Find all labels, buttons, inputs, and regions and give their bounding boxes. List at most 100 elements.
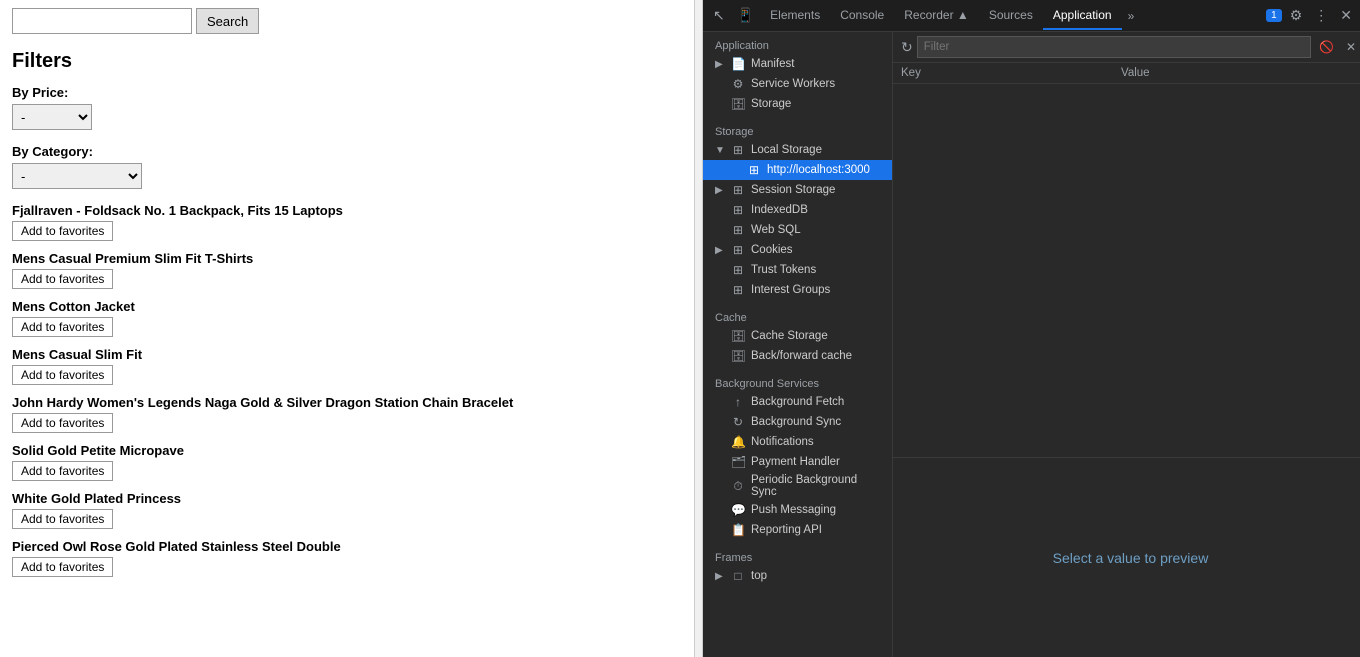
search-button[interactable]: Search	[196, 8, 259, 34]
ss-icon: ⊞	[731, 183, 745, 197]
sidebar-item-reporting-api[interactable]: ▶ 📋 Reporting API	[703, 520, 892, 540]
ss-label: Session Storage	[751, 184, 835, 196]
sidebar-item-localhost[interactable]: ▶ ⊞ http://localhost:3000	[703, 160, 892, 180]
category-filter-label: By Category:	[12, 144, 682, 159]
add-to-favorites-button[interactable]: Add to favorites	[12, 269, 113, 289]
bfc-icon: 🗄	[731, 349, 745, 363]
filters-title: Filters	[12, 50, 682, 73]
product-title: John Hardy Women's Legends Naga Gold & S…	[12, 395, 682, 410]
storage-label: Storage	[751, 98, 791, 110]
filter-clear-icon[interactable]: 🚫	[1315, 38, 1338, 56]
tab-recorder[interactable]: Recorder ▲	[894, 2, 979, 30]
add-to-favorites-button[interactable]: Add to favorites	[12, 317, 113, 337]
sidebar-item-localstorage[interactable]: ▼ ⊞ Local Storage	[703, 140, 892, 160]
close-icon[interactable]: ✕	[1336, 5, 1356, 26]
cursor-icon[interactable]: ↖	[707, 3, 731, 28]
sidebar-item-cache-storage[interactable]: ▶ 🗄 Cache Storage	[703, 326, 892, 346]
tt-label: Trust Tokens	[751, 264, 816, 276]
sidebar-item-cookies[interactable]: ▶ ⊞ Cookies	[703, 240, 892, 260]
filter-bar: ↻ 🚫 ✕	[893, 32, 1360, 63]
price-filter-select[interactable]: - < $50 $50-$100 > $100	[12, 104, 92, 130]
ls-icon: ⊞	[731, 143, 745, 157]
issues-badge: 1	[1266, 9, 1282, 22]
cs-icon: 🗄	[731, 329, 745, 343]
sidebar-storage-section: Storage ▼ ⊞ Local Storage ▶ ⊞ http://loc…	[703, 118, 892, 304]
sidebar-item-trust-tokens[interactable]: ▶ ⊞ Trust Tokens	[703, 260, 892, 280]
product-title: Mens Casual Slim Fit	[12, 347, 682, 362]
sidebar-item-push-messaging[interactable]: ▶ 💬 Push Messaging	[703, 500, 892, 520]
cs-label: Cache Storage	[751, 330, 828, 342]
sidebar-item-storage-main[interactable]: ▶ 🗄 Storage	[703, 94, 892, 114]
cookies-label: Cookies	[751, 244, 793, 256]
tab-sources[interactable]: Sources	[979, 2, 1043, 30]
devtools-content: ↻ 🚫 ✕ Key Value Select a value to previe…	[893, 32, 1360, 657]
localhost-label: http://localhost:3000	[767, 164, 870, 176]
sidebar-item-bfcache[interactable]: ▶ 🗄 Back/forward cache	[703, 346, 892, 366]
app-scrollbar[interactable]	[695, 0, 703, 657]
filter-input[interactable]	[917, 36, 1311, 58]
bg-group-label: Background Services	[703, 374, 892, 392]
product-item: Solid Gold Petite MicropaveAdd to favori…	[12, 443, 682, 487]
sidebar-item-session-storage[interactable]: ▶ ⊞ Session Storage	[703, 180, 892, 200]
frames-group-label: Frames	[703, 548, 892, 566]
tab-more[interactable]: »	[1122, 5, 1141, 27]
sidebar-item-indexeddb[interactable]: ▶ ⊞ IndexedDB	[703, 200, 892, 220]
storage-icon: 🗄	[731, 97, 745, 111]
kv-area	[893, 84, 1360, 457]
tab-console[interactable]: Console	[830, 2, 894, 30]
add-to-favorites-button[interactable]: Add to favorites	[12, 461, 113, 481]
tab-elements[interactable]: Elements	[760, 2, 830, 30]
refresh-icon[interactable]: ↻	[901, 39, 913, 56]
devtools-sidebar: Application ▶ 📄 Manifest ▶ ⚙ Service Wor…	[703, 32, 893, 657]
search-input[interactable]	[12, 8, 192, 34]
add-to-favorites-button[interactable]: Add to favorites	[12, 509, 113, 529]
sidebar-item-interest-groups[interactable]: ▶ ⊞ Interest Groups	[703, 280, 892, 300]
sidebar-item-payment-handler[interactable]: ▶ 🗂 Payment Handler	[703, 452, 892, 472]
filter-action-icons: 🚫 ✕	[1315, 38, 1360, 56]
bgf-label: Background Fetch	[751, 396, 844, 408]
settings-icon[interactable]: ⚙	[1286, 5, 1307, 26]
idb-icon: ⊞	[731, 203, 745, 217]
product-item: Fjallraven - Foldsack No. 1 Backpack, Fi…	[12, 203, 682, 247]
product-item: Mens Cotton JacketAdd to favorites	[12, 299, 682, 343]
add-to-favorites-button[interactable]: Add to favorites	[12, 365, 113, 385]
ra-label: Reporting API	[751, 524, 822, 536]
tab-application[interactable]: Application	[1043, 2, 1122, 30]
product-item: John Hardy Women's Legends Naga Gold & S…	[12, 395, 682, 439]
ls-label: Local Storage	[751, 144, 822, 156]
category-filter-section: By Category: - Electronics Clothing Jewe…	[12, 144, 682, 203]
sidebar-item-bg-sync[interactable]: ▶ ↻ Background Sync	[703, 412, 892, 432]
sidebar-item-service-workers[interactable]: ▶ ⚙ Service Workers	[703, 74, 892, 94]
ss-arrow: ▶	[715, 185, 725, 196]
add-to-favorites-button[interactable]: Add to favorites	[12, 221, 113, 241]
sw-icon: ⚙	[731, 77, 745, 91]
sidebar-item-notifications[interactable]: ▶ 🔔 Notifications	[703, 432, 892, 452]
ls-arrow: ▼	[715, 145, 725, 156]
device-icon[interactable]: 📱	[731, 3, 760, 28]
pm-label: Push Messaging	[751, 504, 836, 516]
manifest-icon: 📄	[731, 57, 745, 71]
product-item: White Gold Plated PrincessAdd to favorit…	[12, 491, 682, 535]
table-header: Key Value	[893, 63, 1360, 84]
product-title: Mens Casual Premium Slim Fit T-Shirts	[12, 251, 682, 266]
filter-close-icon[interactable]: ✕	[1342, 38, 1360, 56]
sidebar-item-websql[interactable]: ▶ ⊞ Web SQL	[703, 220, 892, 240]
more-options-icon[interactable]: ⋮	[1310, 5, 1332, 26]
sidebar-item-manifest[interactable]: ▶ 📄 Manifest	[703, 54, 892, 74]
product-item: Mens Casual Premium Slim Fit T-Shirts Add…	[12, 251, 682, 295]
add-to-favorites-button[interactable]: Add to favorites	[12, 557, 113, 577]
category-filter-select[interactable]: - Electronics Clothing Jewelry	[12, 163, 142, 189]
sidebar-item-bg-fetch[interactable]: ▶ ↑ Background Fetch	[703, 392, 892, 412]
sidebar-item-top-frame[interactable]: ▶ □ top	[703, 566, 892, 586]
product-title: Pierced Owl Rose Gold Plated Stainless S…	[12, 539, 682, 554]
col-key: Key	[901, 67, 1121, 79]
top-label: top	[751, 570, 767, 582]
app-panel: Search Filters By Price: - < $50 $50-$10…	[0, 0, 695, 657]
cookies-icon: ⊞	[731, 243, 745, 257]
top-arrow: ▶	[715, 571, 725, 582]
product-title: Fjallraven - Foldsack No. 1 Backpack, Fi…	[12, 203, 682, 218]
sidebar-item-periodic-bg-sync[interactable]: ▶ ⏱ Periodic Background Sync	[703, 472, 892, 500]
product-item: Pierced Owl Rose Gold Plated Stainless S…	[12, 539, 682, 583]
add-to-favorites-button[interactable]: Add to favorites	[12, 413, 113, 433]
sidebar-bg-section: Background Services ▶ ↑ Background Fetch…	[703, 370, 892, 544]
